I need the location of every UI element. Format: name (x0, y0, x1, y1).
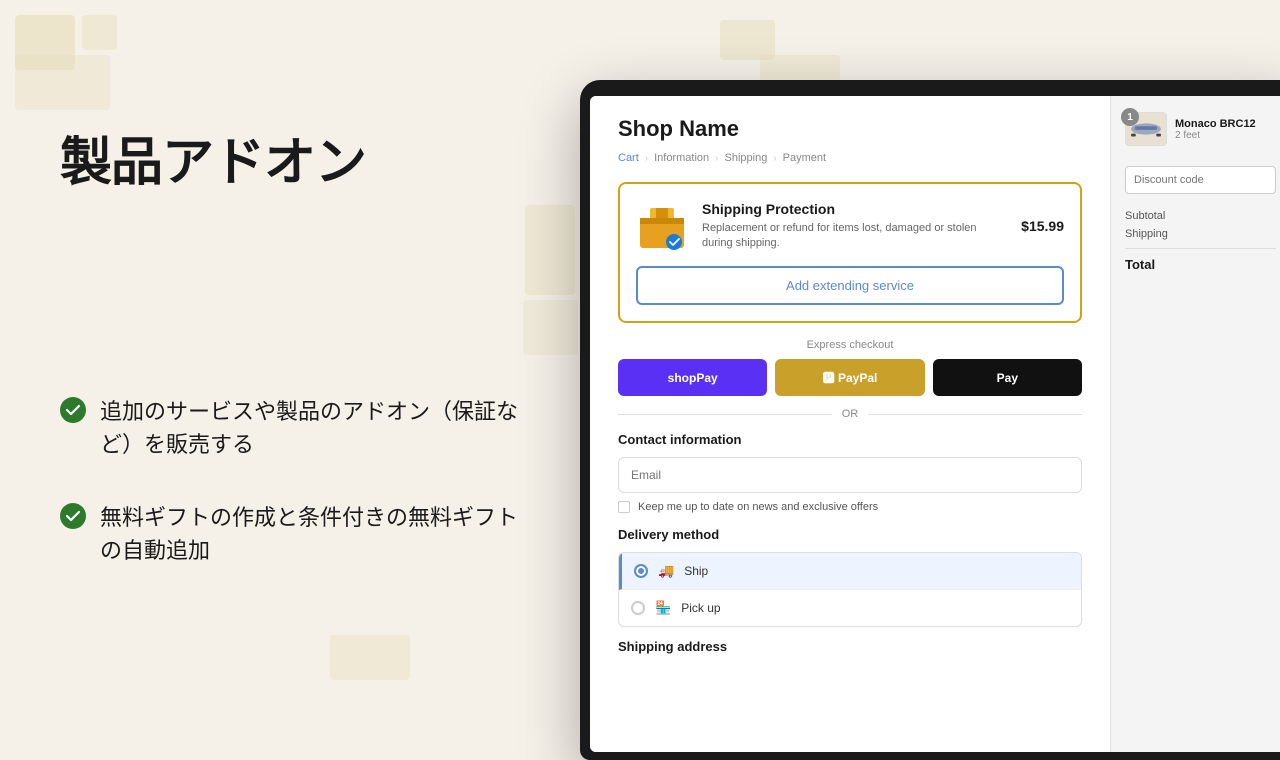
main-title: 製品アドオン (60, 120, 520, 195)
shipping-address-title: Shipping address (618, 639, 1082, 654)
tablet-device: Shop Name Cart › Information › Shipping … (580, 80, 1280, 760)
delivery-options: 🚚 Ship 🏪 Pick up (618, 552, 1082, 627)
delivery-ship[interactable]: 🚚 Ship (619, 553, 1081, 590)
breadcrumb-cart[interactable]: Cart (618, 152, 639, 164)
feature-text-1: 追加のサービスや製品のアドオン（保証など）を販売する (100, 395, 520, 461)
sep-3: › (773, 153, 776, 164)
or-divider: OR (618, 408, 1082, 420)
sep-2: › (715, 153, 718, 164)
feature-item-2: 無料ギフトの作成と条件付きの無料ギフトの自動追加 (60, 501, 520, 567)
product-badge: 1 (1121, 108, 1139, 126)
protection-content: Shipping Protection Replacement or refun… (636, 200, 1064, 252)
checkout-sidebar: 1 Monaco BRC12 2 feet Subtotal (1110, 96, 1280, 752)
left-panel: 製品アドオン 追加のサービスや製品のアドオン（保証など）を販売する 無料ギフトの… (0, 0, 580, 720)
or-line-right (868, 414, 1082, 415)
paypal-button[interactable]: 🅿 PayPal (775, 359, 924, 396)
feature-item-1: 追加のサービスや製品のアドオン（保証など）を販売する (60, 395, 520, 461)
deco-square-top-mid (720, 20, 775, 60)
newsletter-row: Keep me up to date on news and exclusive… (618, 501, 1082, 513)
product-size: 2 feet (1175, 130, 1256, 141)
product-info: Monaco BRC12 2 feet (1175, 118, 1256, 141)
pickup-radio[interactable] (631, 601, 645, 615)
subtotal-label: Subtotal (1125, 210, 1165, 222)
contact-section: Contact information Keep me up to date o… (618, 432, 1082, 513)
express-checkout: Express checkout shopPay 🅿 PayPal Pay (618, 339, 1082, 396)
check-icon-2 (60, 503, 86, 529)
sep-1: › (645, 153, 648, 164)
applepay-label: Pay (997, 371, 1018, 385)
ship-radio[interactable] (634, 564, 648, 578)
contact-title: Contact information (618, 432, 1082, 447)
or-text: OR (842, 408, 859, 420)
ship-icon: 🚚 (658, 563, 674, 579)
shipping-label: Shipping (1125, 228, 1168, 240)
newsletter-checkbox[interactable] (618, 501, 630, 513)
delivery-title: Delivery method (618, 527, 1082, 542)
shop-name: Shop Name (618, 116, 1082, 142)
pickup-label: Pick up (681, 601, 720, 615)
shoppay-label: shopPay (668, 371, 718, 385)
breadcrumb-information[interactable]: Information (654, 152, 709, 164)
paypal-label: 🅿 PayPal (823, 371, 878, 385)
sidebar-product: 1 Monaco BRC12 2 feet (1125, 112, 1276, 146)
features-list: 追加のサービスや製品のアドオン（保証など）を販売する 無料ギフトの作成と条件付き… (60, 395, 520, 567)
delivery-section: Delivery method 🚚 Ship 🏪 Pick up (618, 527, 1082, 627)
check-icon-1 (60, 397, 86, 423)
breadcrumb-shipping[interactable]: Shipping (725, 152, 768, 164)
breadcrumb-payment[interactable]: Payment (783, 152, 826, 164)
subtotal-row: Subtotal (1125, 210, 1276, 222)
total-row: Total (1125, 248, 1276, 272)
protection-card: Shipping Protection Replacement or refun… (618, 182, 1082, 323)
or-line-left (618, 414, 832, 415)
protection-desc: Replacement or refund for items lost, da… (702, 221, 1007, 252)
express-label: Express checkout (618, 339, 1082, 351)
protection-price: $15.99 (1021, 218, 1064, 234)
applepay-button[interactable]: Pay (933, 359, 1082, 396)
add-service-button[interactable]: Add extending service (636, 266, 1064, 305)
express-buttons: shopPay 🅿 PayPal Pay (618, 359, 1082, 396)
product-name: Monaco BRC12 (1175, 118, 1256, 130)
protection-info: Shipping Protection Replacement or refun… (702, 201, 1007, 252)
newsletter-label: Keep me up to date on news and exclusive… (638, 501, 878, 513)
shoppay-button[interactable]: shopPay (618, 359, 767, 396)
breadcrumb: Cart › Information › Shipping › Payment (618, 152, 1082, 164)
total-label: Total (1125, 257, 1155, 272)
pickup-icon: 🏪 (655, 600, 671, 616)
discount-input[interactable] (1125, 166, 1276, 194)
ship-label: Ship (684, 564, 708, 578)
email-input[interactable] (618, 457, 1082, 493)
tablet-screen: Shop Name Cart › Information › Shipping … (590, 96, 1280, 752)
protection-title: Shipping Protection (702, 201, 1007, 217)
delivery-pickup[interactable]: 🏪 Pick up (619, 590, 1081, 626)
shipping-row: Shipping (1125, 228, 1276, 240)
checkout-main: Shop Name Cart › Information › Shipping … (590, 96, 1110, 752)
protection-icon (636, 200, 688, 252)
feature-text-2: 無料ギフトの作成と条件付きの無料ギフトの自動追加 (100, 501, 520, 567)
